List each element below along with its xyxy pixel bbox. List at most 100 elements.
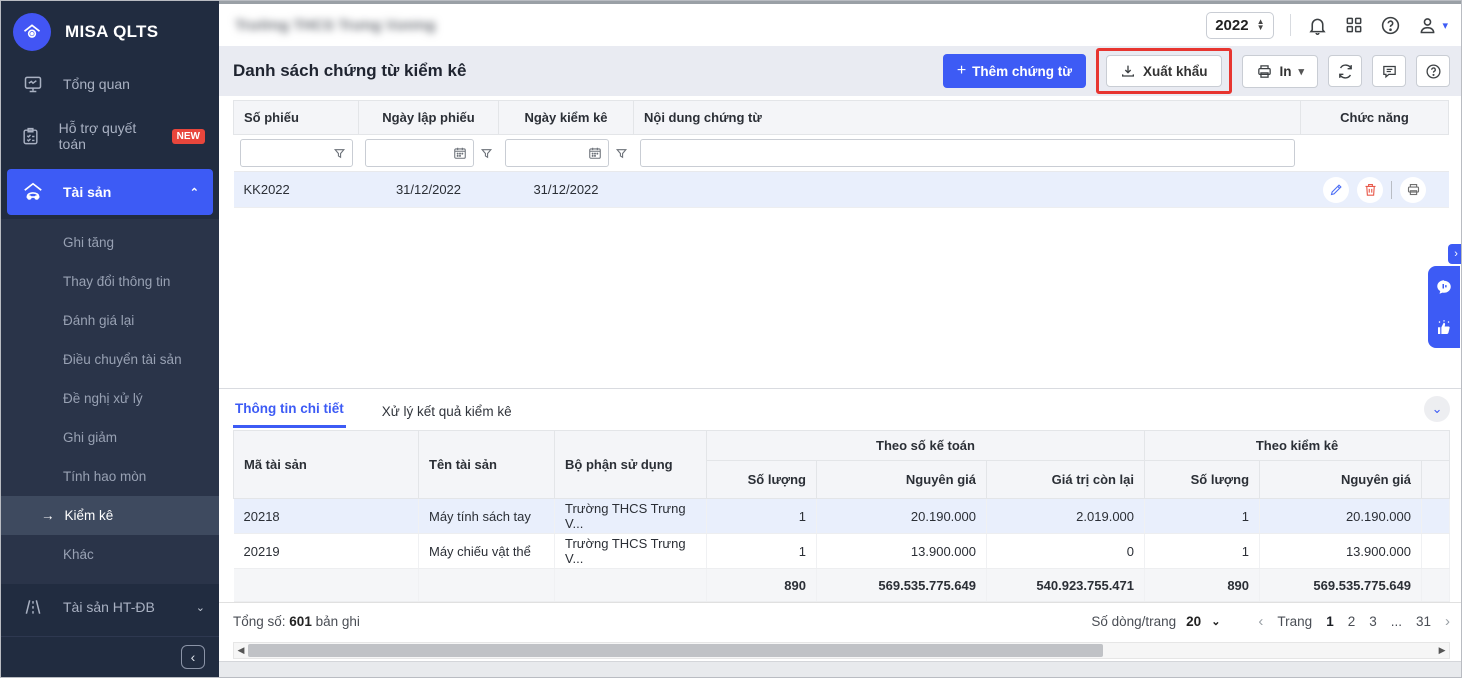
funnel-icon[interactable] bbox=[333, 147, 346, 160]
refresh-button[interactable] bbox=[1328, 55, 1362, 87]
col-so-phieu[interactable]: Số phiếu bbox=[234, 101, 359, 135]
sidebar-item-settlement[interactable]: Hỗ trợ quyết toán NEW bbox=[1, 107, 219, 165]
notifications-bell-icon[interactable] bbox=[1307, 15, 1328, 36]
side-panel-expand-icon[interactable]: › bbox=[1448, 244, 1462, 264]
row-actions bbox=[1311, 177, 1439, 203]
cell-so-phieu[interactable]: KK2022 bbox=[234, 172, 359, 208]
sidebar-collapse-button[interactable]: ‹ bbox=[181, 645, 205, 669]
cell-nguyen-gia-kt[interactable]: 13.900.000 bbox=[817, 534, 987, 569]
cell-bo-phan[interactable]: Trường THCS Trưng V... bbox=[555, 499, 707, 534]
cell-so-luong-kk[interactable]: 1 bbox=[1145, 534, 1260, 569]
tab-thong-tin-chi-tiet[interactable]: Thông tin chi tiết bbox=[233, 391, 346, 428]
annotation-highlight-box: Xuất khẩu bbox=[1096, 48, 1232, 94]
sidebar-item-infrastructure[interactable]: Tài sản HT-ĐB ⌄ bbox=[1, 584, 219, 630]
page-3[interactable]: 3 bbox=[1369, 614, 1377, 629]
sidebar-item-overview[interactable]: Tổng quan bbox=[1, 61, 219, 107]
submenu-item-dieu-chuyen[interactable]: Điều chuyển tài sản bbox=[1, 340, 219, 379]
rows-per-page-select[interactable]: Số dòng/trang 20 ⌄ bbox=[1091, 614, 1220, 629]
submenu-item-de-nghi-xu-ly[interactable]: Đề nghị xử lý bbox=[1, 379, 219, 418]
submenu-item-ghi-tang[interactable]: Ghi tăng bbox=[1, 223, 219, 262]
calendar-icon[interactable] bbox=[588, 146, 602, 160]
brand-name: MISA QLTS bbox=[65, 22, 158, 42]
spinner-arrows-icon[interactable]: ▲▼ bbox=[1257, 19, 1265, 31]
pagination: ‹ Trang 1 2 3 ... 31 › bbox=[1258, 613, 1450, 630]
submenu-item-ghi-giam[interactable]: Ghi giảm bbox=[1, 418, 219, 457]
cell-gia-tri-con-lai[interactable]: 0 bbox=[987, 534, 1145, 569]
submenu-item-kiem-ke[interactable]: → Kiểm kê bbox=[1, 496, 219, 535]
col-nguyen-gia-ketoan[interactable]: Nguyên giá bbox=[817, 461, 987, 499]
cell-ma-tai-san[interactable]: 20219 bbox=[234, 534, 419, 569]
cell-ten-tai-san[interactable]: Máy chiếu vật thể bbox=[419, 534, 555, 569]
cell-bo-phan[interactable]: Trường THCS Trưng V... bbox=[555, 534, 707, 569]
cell-noi-dung[interactable] bbox=[634, 172, 1301, 208]
cell-nguyen-gia-kt[interactable]: 20.190.000 bbox=[817, 499, 987, 534]
funnel-icon[interactable] bbox=[615, 147, 628, 160]
feedback-thumbsup-icon[interactable] bbox=[1435, 319, 1453, 337]
page-2[interactable]: 2 bbox=[1348, 614, 1356, 629]
feedback-button[interactable] bbox=[1372, 55, 1406, 87]
col-ngay-lap-phieu[interactable]: Ngày lập phiếu bbox=[359, 101, 499, 135]
sidebar-item-label: Tổng quan bbox=[63, 76, 130, 92]
next-page-icon[interactable]: › bbox=[1445, 613, 1450, 630]
cell-ten-tai-san[interactable]: Máy tính sách tay bbox=[419, 499, 555, 534]
col-nguyen-gia-kiemke[interactable]: Nguyên giá bbox=[1260, 461, 1422, 499]
cell-so-luong-kt[interactable]: 1 bbox=[707, 499, 817, 534]
prev-page-icon[interactable]: ‹ bbox=[1258, 613, 1263, 630]
user-menu[interactable]: ▾ bbox=[1417, 15, 1449, 36]
edit-icon[interactable] bbox=[1323, 177, 1349, 203]
delete-icon[interactable] bbox=[1357, 177, 1383, 203]
cell-ngay-lap[interactable]: 31/12/2022 bbox=[359, 172, 499, 208]
app-window: MISA QLTS Tổng quan Hỗ trợ quyết toán NE… bbox=[0, 0, 1462, 678]
col-noi-dung[interactable]: Nội dung chứng từ bbox=[634, 101, 1301, 135]
year-selector[interactable]: 2022 ▲▼ bbox=[1206, 12, 1273, 39]
col-ten-tai-san[interactable]: Tên tài sản bbox=[419, 431, 555, 499]
asset-icon bbox=[21, 181, 45, 203]
asset-row-20219[interactable]: 20219 Máy chiếu vật thể Trường THCS Trưn… bbox=[234, 534, 1450, 569]
page-help-button[interactable] bbox=[1416, 55, 1450, 87]
submenu-item-thay-doi[interactable]: Thay đổi thông tin bbox=[1, 262, 219, 301]
scroll-right-icon[interactable]: ▶ bbox=[1435, 645, 1449, 656]
cell-gia-tri-con-lai[interactable]: 2.019.000 bbox=[987, 499, 1145, 534]
col-so-luong-ketoan[interactable]: Số lượng bbox=[707, 461, 817, 499]
print-button[interactable]: In ▾ bbox=[1242, 55, 1319, 88]
cell-ma-tai-san[interactable]: 20218 bbox=[234, 499, 419, 534]
funnel-icon[interactable] bbox=[480, 147, 493, 160]
horizontal-scrollbar[interactable]: ◀ ▶ bbox=[233, 642, 1450, 659]
export-button[interactable]: Xuất khẩu bbox=[1106, 55, 1222, 87]
chat-support-icon[interactable] bbox=[1435, 278, 1453, 296]
page-1[interactable]: 1 bbox=[1326, 614, 1334, 629]
col-ma-tai-san[interactable]: Mã tài sản bbox=[234, 431, 419, 499]
apps-grid-icon[interactable] bbox=[1344, 15, 1364, 35]
cell-nguyen-gia-kk[interactable]: 13.900.000 bbox=[1260, 534, 1422, 569]
scrollbar-track[interactable] bbox=[248, 644, 1435, 657]
asset-row-20218[interactable]: 20218 Máy tính sách tay Trường THCS Trưn… bbox=[234, 499, 1450, 534]
col-so-luong-kiemke[interactable]: Số lượng bbox=[1145, 461, 1260, 499]
filter-ngay-kiem-ke-input[interactable] bbox=[505, 139, 609, 167]
help-icon[interactable] bbox=[1380, 15, 1401, 36]
voucher-row-kk2022[interactable]: KK2022 31/12/2022 31/12/2022 bbox=[234, 172, 1449, 208]
cell-so-luong-kk[interactable]: 1 bbox=[1145, 499, 1260, 534]
filter-ngay-lap-input[interactable] bbox=[365, 139, 474, 167]
sidebar-item-assets[interactable]: Tài sản ⌃ bbox=[7, 169, 213, 215]
submenu-item-tinh-hao-mon[interactable]: Tính hao mòn bbox=[1, 457, 219, 496]
tab-xu-ly-ket-qua[interactable]: Xử lý kết quả kiểm kê bbox=[380, 394, 514, 428]
cell-nguyen-gia-kk[interactable]: 20.190.000 bbox=[1260, 499, 1422, 534]
page-ellipsis: ... bbox=[1391, 614, 1402, 629]
add-voucher-button[interactable]: + Thêm chứng từ bbox=[943, 54, 1086, 88]
filter-so-phieu-input[interactable] bbox=[240, 139, 353, 167]
filter-noi-dung-input[interactable] bbox=[640, 139, 1295, 167]
row-print-icon[interactable] bbox=[1400, 177, 1426, 203]
submenu-item-danh-gia-lai[interactable]: Đánh giá lại bbox=[1, 301, 219, 340]
cell-so-luong-kt[interactable]: 1 bbox=[707, 534, 817, 569]
scroll-left-icon[interactable]: ◀ bbox=[234, 645, 248, 656]
collapse-panel-chevron-icon[interactable]: ⌄ bbox=[1424, 396, 1450, 422]
col-ngay-kiem-ke[interactable]: Ngày kiểm kê bbox=[499, 101, 634, 135]
calendar-icon[interactable] bbox=[453, 146, 467, 160]
scrollbar-thumb[interactable] bbox=[248, 644, 1103, 657]
submenu-item-khac[interactable]: Khác bbox=[1, 535, 219, 574]
page-31[interactable]: 31 bbox=[1416, 614, 1431, 629]
cell-ngay-kiem-ke[interactable]: 31/12/2022 bbox=[499, 172, 634, 208]
col-bo-phan-su-dung[interactable]: Bộ phận sử dụng bbox=[555, 431, 707, 499]
col-gia-tri-con-lai[interactable]: Giá trị còn lại bbox=[987, 461, 1145, 499]
group-theo-kiem-ke: Theo kiểm kê bbox=[1145, 431, 1450, 461]
